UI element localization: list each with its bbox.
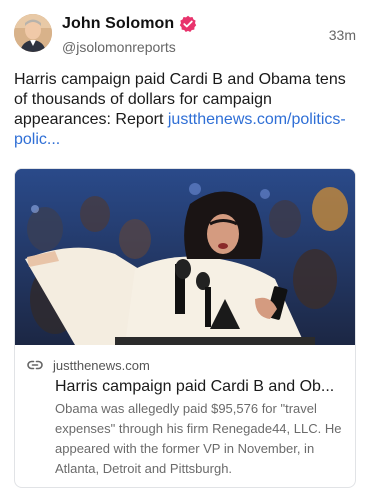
card-image[interactable] <box>15 169 355 345</box>
author-handle[interactable]: @jsolomonreports <box>62 39 197 55</box>
card-domain-row: justthenews.com <box>27 356 345 374</box>
card-body: justthenews.com Harris campaign paid Car… <box>15 345 355 479</box>
display-name-row: John Solomon <box>62 14 197 34</box>
author-names: John Solomon @jsolomonreports <box>62 14 197 55</box>
avatar[interactable] <box>14 14 52 52</box>
post-text: Harris campaign paid Cardi B and Obama t… <box>14 70 356 150</box>
card-description: Obama was allegedly paid $95,576 for "tr… <box>55 401 342 476</box>
card-domain: justthenews.com <box>53 357 150 373</box>
post[interactable]: John Solomon @jsolomonreports 33m Harris… <box>0 0 370 500</box>
link-preview-card[interactable]: justthenews.com Harris campaign paid Car… <box>14 168 356 488</box>
display-name[interactable]: John Solomon <box>62 15 174 33</box>
link-icon <box>27 357 43 373</box>
card-title[interactable]: Harris campaign paid Cardi B and Ob... <box>55 377 345 397</box>
post-timestamp[interactable]: 33m <box>329 27 356 43</box>
verified-badge-icon <box>179 15 197 33</box>
post-header: John Solomon @jsolomonreports 33m <box>14 14 356 56</box>
